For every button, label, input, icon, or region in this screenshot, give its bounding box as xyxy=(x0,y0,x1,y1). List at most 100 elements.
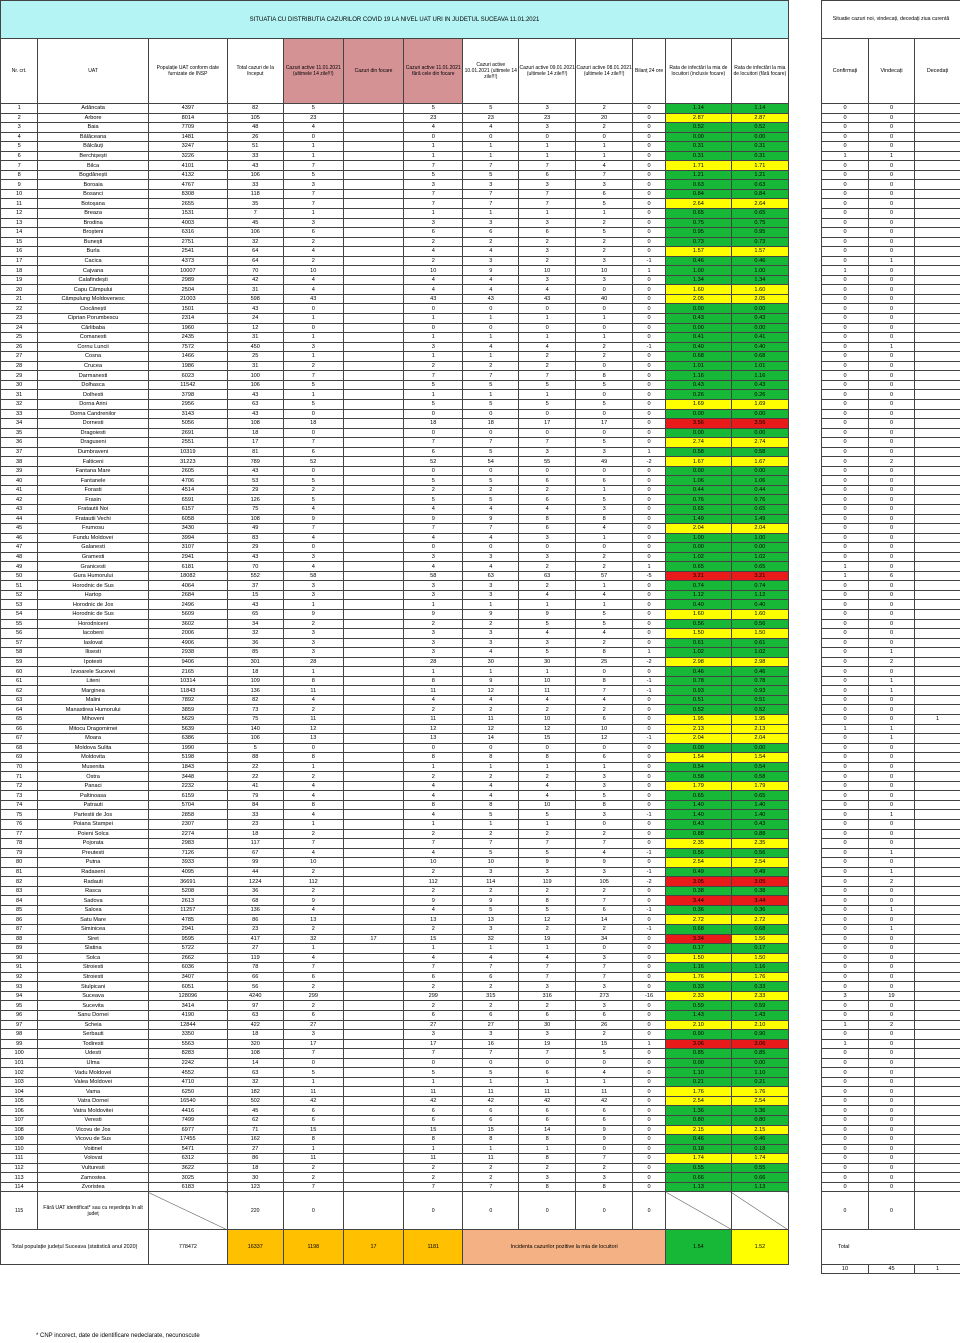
cell-focare xyxy=(342,1172,405,1183)
table-row: 15 Bunești 2751 32 2 2 2 2 2 0 0.73 0.73 xyxy=(0,236,790,248)
side-cell-confirmati: 0 xyxy=(821,1105,869,1116)
side-row: 00 xyxy=(821,780,960,792)
cell-uat: Bălăceana xyxy=(37,131,149,143)
cell-a08: 7 xyxy=(575,1153,634,1164)
cell-a09: 0 xyxy=(518,303,577,315)
side-row: 01 xyxy=(821,675,960,687)
cell-a09: 3 xyxy=(518,274,577,286)
side-cell-vindecati: 1 xyxy=(868,809,915,820)
cell-total: 43 xyxy=(226,408,284,420)
cell-a09: 30 xyxy=(518,656,577,668)
table-row: 87 Siminicea 2941 23 2 2 3 2 2 -1 0.68 0.68 xyxy=(0,924,790,935)
table-row: 30 Dolhasca 11542 106 5 5 5 5 5 0 0.43 0.43 xyxy=(0,379,790,391)
cell-population: 5471 xyxy=(147,1143,228,1155)
cell-a10: 43 xyxy=(462,293,520,305)
cell-rate-incl: 0.63 xyxy=(665,179,732,190)
side-cell-confirmati: 0 xyxy=(821,103,869,114)
side-cell-confirmati: 0 xyxy=(821,418,869,429)
cell-rate-fara: 2.74 xyxy=(730,437,790,448)
side-cell-decedati xyxy=(913,351,960,362)
side-cell-vindecati: 0 xyxy=(868,1124,915,1136)
cell-a10: 3 xyxy=(462,637,520,649)
cell-a09: 30 xyxy=(518,1019,577,1031)
cell-rate-fara: 0.00 xyxy=(730,322,790,334)
side-cell-decedati xyxy=(913,742,960,754)
cell-focare xyxy=(342,799,405,811)
cell-nr: 71 xyxy=(0,771,39,782)
cell-focare xyxy=(342,723,405,735)
cell-uat: Boroaia xyxy=(37,179,149,190)
cell-a08: 1 xyxy=(575,141,634,152)
cell-a09: 8 xyxy=(518,513,577,525)
side-row: 01 xyxy=(821,685,960,696)
cell-active-fara: 3 xyxy=(403,179,464,190)
cell-a09: 0 xyxy=(518,427,577,439)
side-cell-confirmati: 0 xyxy=(821,1057,869,1069)
cell-rate-incl: 1.02 xyxy=(665,551,732,563)
side-row: 00 xyxy=(821,274,960,286)
cell-uat: Arbore xyxy=(37,112,149,124)
cell-nr: 41 xyxy=(0,484,39,496)
cell-focare xyxy=(342,523,405,534)
cell-bilant: 0 xyxy=(632,198,666,209)
cell-rate-fara: 2.04 xyxy=(730,523,790,534)
cell-rate-incl: 2.04 xyxy=(665,733,732,744)
cell-active-fara: 6 xyxy=(403,971,464,983)
total-cases: 16337 xyxy=(226,1229,284,1266)
cell-active: 4 xyxy=(282,284,344,295)
cell-nr: 22 xyxy=(0,303,39,315)
cell-focare xyxy=(342,437,405,448)
cell-total: 17 xyxy=(226,437,284,448)
side-row115-decedati xyxy=(913,1191,960,1231)
side-cell-decedati xyxy=(913,819,960,830)
cell-active-fara: 4 xyxy=(403,561,464,572)
side-cell-decedati xyxy=(913,790,960,801)
cell-a08: 6 xyxy=(575,714,634,725)
cell-bilant: 1 xyxy=(632,265,666,276)
cell-uat: Solca xyxy=(37,952,149,964)
cell-a10: 7 xyxy=(462,370,520,381)
cell-focare xyxy=(342,847,405,859)
cell-total: 44 xyxy=(226,866,284,878)
row115-a08: 0 xyxy=(575,1191,634,1231)
cell-active: 1 xyxy=(282,761,344,773)
cell-active-fara: 4 xyxy=(403,904,464,916)
side-cell-vindecati: 0 xyxy=(868,752,915,763)
cell-population: 3798 xyxy=(147,389,228,400)
cell-a08: 4 xyxy=(575,589,634,601)
side-cell-confirmati: 0 xyxy=(821,580,869,591)
cell-a08: 8 xyxy=(575,513,634,525)
table-row: 74 Patrauti 5704 84 8 8 8 10 8 0 1.40 1.40 xyxy=(0,799,790,811)
side-cell-decedati xyxy=(913,1067,960,1078)
cell-a09: 6 xyxy=(518,475,577,486)
cell-a10: 7 xyxy=(462,198,520,209)
side-cell-confirmati: 0 xyxy=(821,236,869,248)
side-row: 00 xyxy=(821,293,960,305)
cell-bilant: 0 xyxy=(632,771,666,782)
cell-rate-fara: 1.34 xyxy=(730,274,790,286)
cell-a08: 0 xyxy=(575,943,634,954)
cell-nr: 82 xyxy=(0,876,39,887)
cell-a09: 11 xyxy=(518,1086,577,1097)
cell-a08: 3 xyxy=(575,809,634,820)
cell-rate-incl: 0.74 xyxy=(665,580,732,591)
side-cell-vindecati: 0 xyxy=(868,561,915,572)
table-row: 94 Suceava 128096 4240 299 299 315 316 273 -16 2.3… xyxy=(0,990,790,1002)
side-cell-vindecati: 0 xyxy=(868,838,915,849)
side-cell-confirmati: 0 xyxy=(821,523,869,534)
cell-a10: 0 xyxy=(462,1057,520,1069)
cell-focare xyxy=(342,828,405,840)
cell-a09: 5 xyxy=(518,809,577,820)
side-cell-decedati xyxy=(913,838,960,849)
cell-a10: 9 xyxy=(462,895,520,906)
cell-population: 3622 xyxy=(147,1162,228,1174)
cell-a09: 7 xyxy=(518,1048,577,1059)
cell-a08: 5 xyxy=(575,379,634,391)
cell-uat: Crucea xyxy=(37,360,149,372)
cell-a10: 6 xyxy=(462,1105,520,1116)
side-cell-confirmati: 1 xyxy=(821,1038,869,1050)
cell-rate-fara: 3.44 xyxy=(730,895,790,906)
cell-population: 3448 xyxy=(147,771,228,782)
cell-total: 14 xyxy=(226,1057,284,1069)
side-cell-decedati xyxy=(913,188,960,200)
